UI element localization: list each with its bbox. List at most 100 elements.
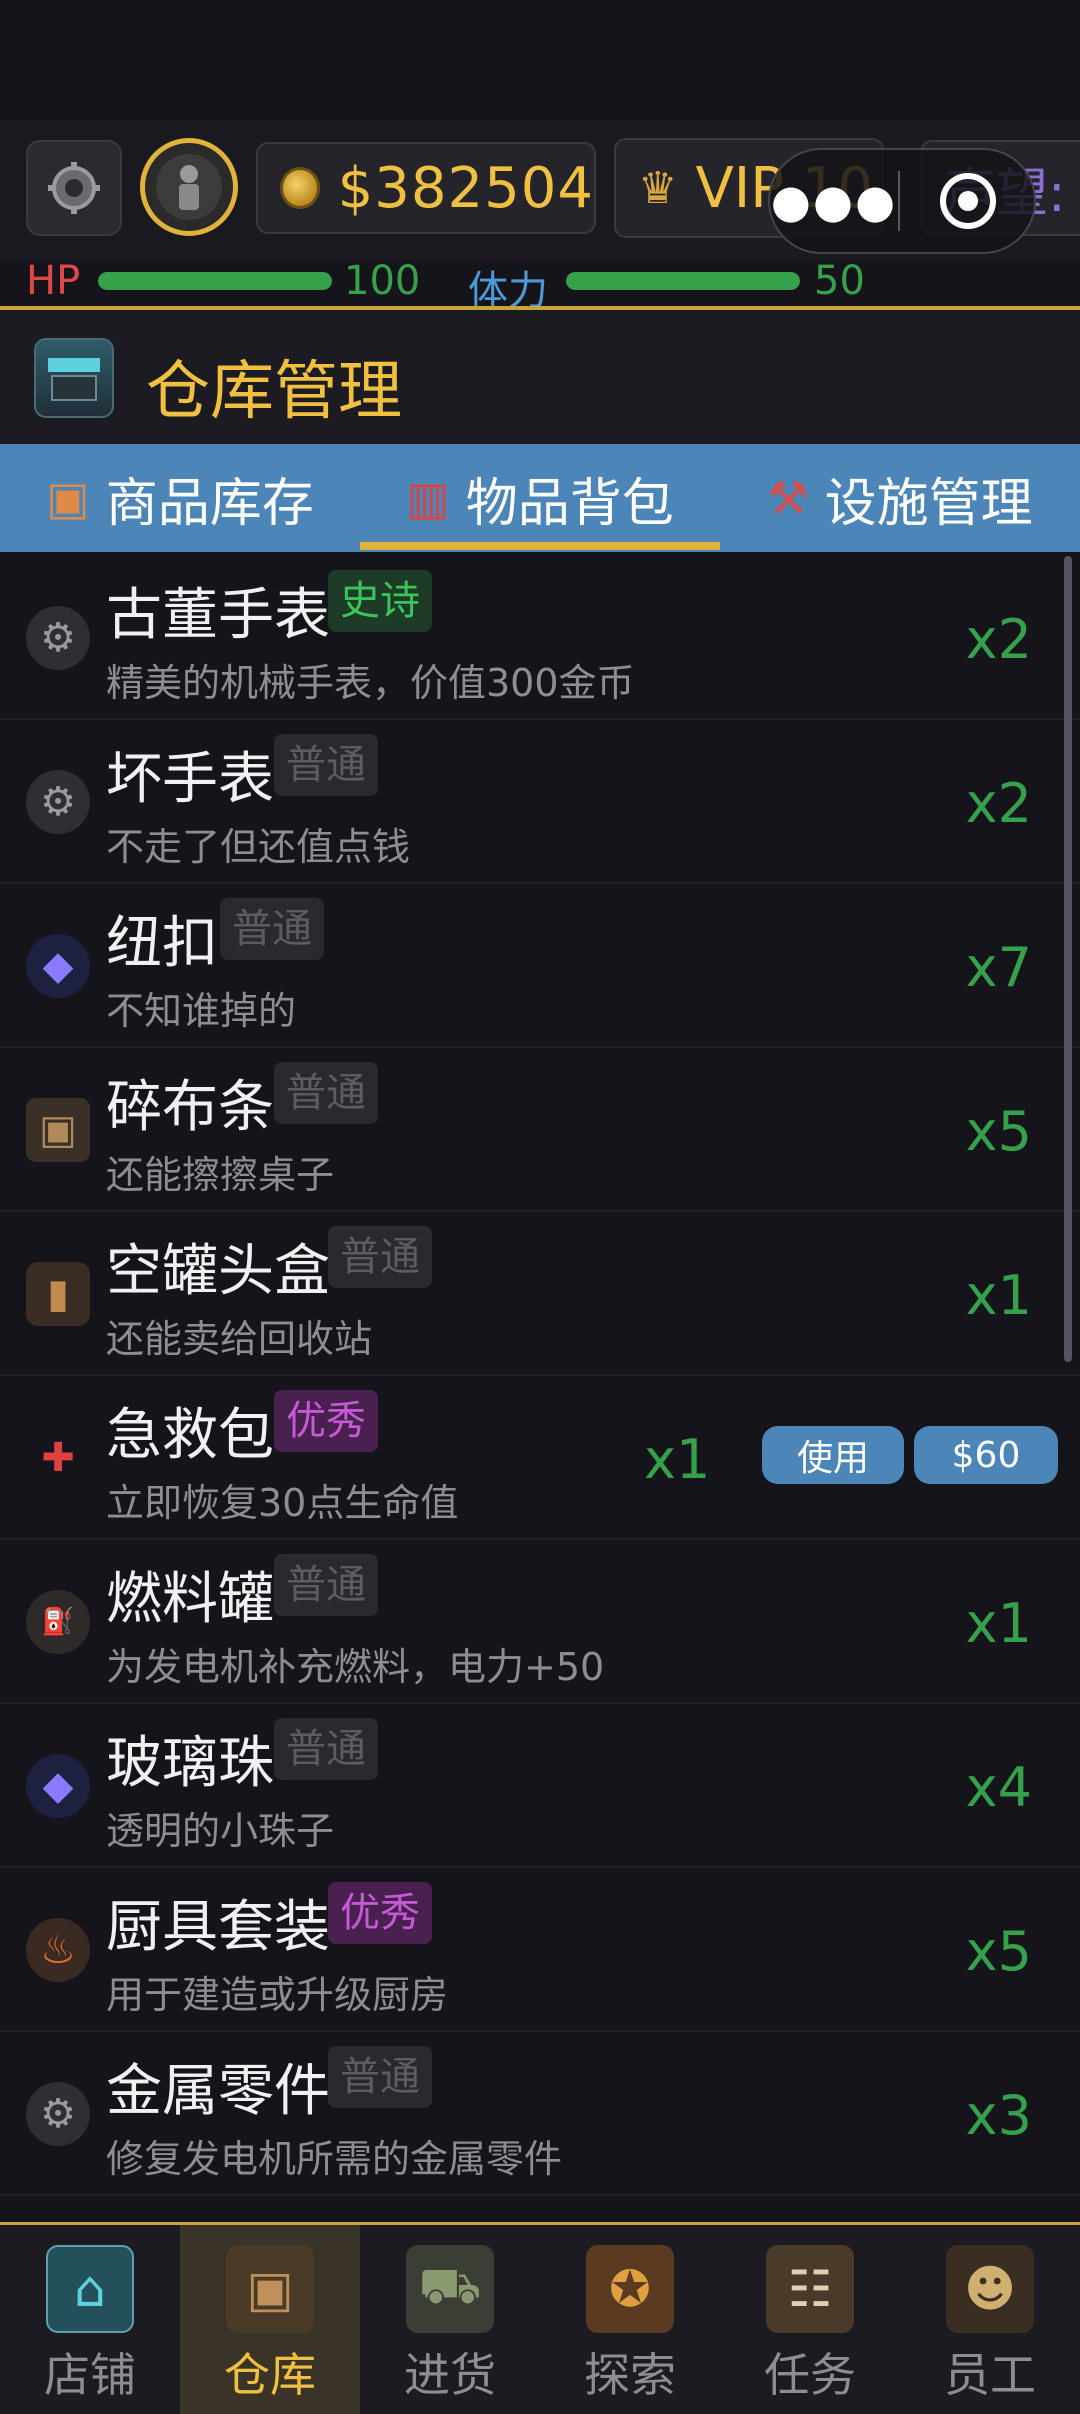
use-button[interactable]: 使用 (762, 1426, 904, 1484)
tab-label: 设施管理 (824, 473, 1033, 534)
rarity-badge: 优秀 (274, 1390, 378, 1452)
shop-icon: ⌂ (46, 2245, 134, 2333)
nav-staff[interactable]: ☻ 员工 (900, 2225, 1080, 2414)
more-options-icon[interactable]: ●●● (770, 174, 898, 228)
item-quantity: x1 (965, 1592, 1032, 1655)
list-item[interactable]: ▮ 空罐头盒 普通 还能卖给回收站 x1 (0, 1212, 1080, 1376)
close-miniprogram-icon[interactable] (940, 173, 996, 229)
rarity-badge: 普通 (220, 898, 324, 960)
nav-shop[interactable]: ⌂ 店铺 (0, 2225, 180, 2414)
map-icon: ✪ (586, 2245, 674, 2333)
avatar[interactable] (140, 138, 238, 236)
stamina-value: 50 (814, 258, 865, 304)
crown-icon: ♛ (638, 162, 678, 214)
item-quantity: x5 (965, 1100, 1032, 1163)
item-list[interactable]: ⚙ 古董手表 史诗 精美的机械手表，价值300金币 x2 ⚙ 坏手表 普通 不走… (0, 556, 1080, 2222)
rarity-badge: 普通 (274, 1718, 378, 1780)
item-description: 立即恢复30点生命值 (106, 1481, 459, 1525)
box-icon: ▣ (46, 471, 90, 525)
nav-explore[interactable]: ✪ 探索 (540, 2225, 720, 2414)
nav-label: 仓库 (224, 2348, 316, 2402)
item-name: 燃料罐 (106, 1567, 274, 1632)
hp-label: HP (26, 258, 81, 304)
nav-label: 店铺 (44, 2348, 136, 2402)
nav-label: 任务 (764, 2348, 856, 2402)
tab-item-backpack[interactable]: ▥ 物品背包 (360, 444, 720, 552)
stats-row: HP 100 体力 50 (0, 258, 1080, 314)
list-item[interactable]: ⚙ 古董手表 史诗 精美的机械手表，价值300金币 x2 (0, 556, 1080, 720)
list-item[interactable]: ◆ 纽扣 普通 不知谁掉的 x7 (0, 884, 1080, 1048)
gear-icon (48, 162, 100, 214)
warehouse-icon: ▣ (226, 2245, 314, 2333)
can-icon: ▮ (26, 1262, 90, 1326)
nav-label: 探索 (584, 2348, 676, 2402)
item-quantity: x5 (965, 1920, 1032, 1983)
rarity-badge: 普通 (274, 1062, 378, 1124)
item-name: 坏手表 (106, 747, 274, 812)
item-name: 纽扣 (106, 911, 218, 976)
list-item[interactable]: ⚙ 坏手表 普通 不走了但还值点钱 x2 (0, 720, 1080, 884)
item-description: 透明的小珠子 (106, 1809, 335, 1853)
capsule-divider (898, 171, 900, 231)
item-description: 修复发电机所需的金属零件 (106, 2137, 563, 2181)
clipboard-icon: ☷ (766, 2245, 854, 2333)
list-item[interactable]: ✚ 急救包 优秀 立即恢复30点生命值 x1 使用 $60 (0, 1376, 1080, 1540)
tab-bar: ▣ 商品库存 ▥ 物品背包 ⚒ 设施管理 (0, 444, 1080, 552)
tab-facility-management[interactable]: ⚒ 设施管理 (720, 444, 1080, 552)
item-name: 空罐头盒 (106, 1239, 330, 1304)
settings-button[interactable] (26, 140, 122, 236)
money-display: $382504 (256, 142, 596, 234)
miniprogram-capsule: ●●● (768, 148, 1036, 254)
list-item[interactable]: ◆ 玻璃珠 普通 透明的小珠子 x4 (0, 1704, 1080, 1868)
fuel-icon: ⛽ (26, 1590, 90, 1654)
item-quantity: x1 (644, 1428, 711, 1491)
item-description: 还能卖给回收站 (106, 1317, 373, 1361)
rarity-badge: 普通 (328, 2046, 432, 2108)
hp-bar-fill (98, 272, 332, 290)
active-tab-indicator (360, 542, 720, 550)
crane-icon: ⚒ (767, 471, 809, 525)
shop-sign-icon (34, 338, 114, 418)
gem-icon: ◆ (26, 1754, 90, 1818)
medkit-icon: ✚ (41, 1435, 75, 1481)
nav-warehouse[interactable]: ▣ 仓库 (180, 2225, 360, 2414)
item-name: 碎布条 (106, 1075, 274, 1140)
item-description: 用于建造或升级厨房 (106, 1973, 449, 2017)
stamina-bar-fill (566, 272, 800, 290)
item-name: 古董手表 (106, 583, 330, 648)
status-bar-area (0, 0, 1080, 120)
tab-product-inventory[interactable]: ▣ 商品库存 (0, 444, 360, 552)
list-item[interactable]: ▣ 碎布条 普通 还能擦擦桌子 x5 (0, 1048, 1080, 1212)
list-item-partial[interactable] (0, 2196, 1080, 2222)
coin-icon (280, 167, 320, 209)
scrollbar[interactable] (1064, 556, 1072, 1362)
item-description: 精美的机械手表，价值300金币 (106, 661, 635, 705)
item-description: 不知谁掉的 (106, 989, 297, 1033)
item-name: 急救包 (106, 1403, 274, 1468)
item-description: 还能擦擦桌子 (106, 1153, 335, 1197)
rarity-badge: 普通 (274, 734, 378, 796)
nav-restock[interactable]: ⛟ 进货 (360, 2225, 540, 2414)
item-name: 玻璃珠 (106, 1731, 274, 1796)
item-quantity: x7 (965, 936, 1032, 999)
list-item[interactable]: ⛽ 燃料罐 普通 为发电机补充燃料，电力+50 x1 (0, 1540, 1080, 1704)
sell-button[interactable]: $60 (914, 1426, 1058, 1484)
rarity-badge: 史诗 (328, 570, 432, 632)
hp-value: 100 (344, 258, 421, 304)
rarity-badge: 普通 (328, 1226, 432, 1288)
list-item[interactable]: ⚙ 金属零件 普通 修复发电机所需的金属零件 x3 (0, 2032, 1080, 2196)
gem-icon: ◆ (26, 934, 90, 998)
item-quantity: x2 (965, 772, 1032, 835)
money-amount: $382504 (337, 155, 594, 221)
tab-label: 物品背包 (465, 473, 674, 534)
hp-bar (98, 272, 332, 290)
nav-tasks[interactable]: ☷ 任务 (720, 2225, 900, 2414)
soldier-avatar-icon (156, 154, 222, 220)
item-description: 不走了但还值点钱 (106, 825, 411, 869)
backpack-icon: ▥ (406, 471, 450, 525)
gear-icon: ⚙ (26, 606, 90, 670)
rarity-badge: 普通 (274, 1554, 378, 1616)
list-item[interactable]: ♨ 厨具套装 优秀 用于建造或升级厨房 x5 (0, 1868, 1080, 2032)
team-icon: ☻ (946, 2245, 1034, 2333)
item-name: 金属零件 (106, 2059, 330, 2124)
